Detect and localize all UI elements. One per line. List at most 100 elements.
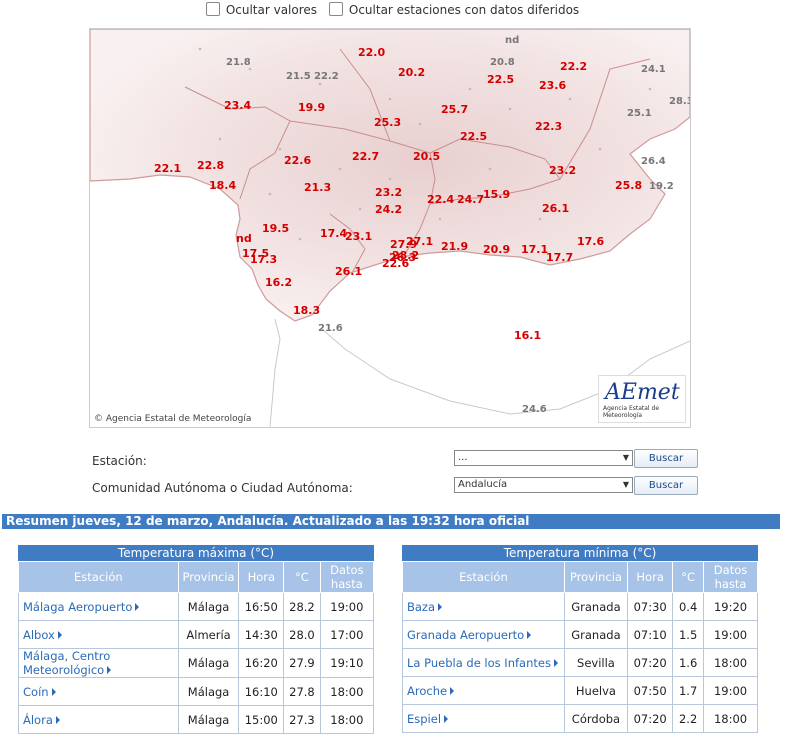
- map-temperature-value[interactable]: 19.9: [298, 101, 325, 114]
- community-select[interactable]: Andalucía ▼: [454, 477, 633, 493]
- map-temperature-value[interactable]: 16.1: [514, 329, 541, 342]
- station-link[interactable]: Málaga, Centro Meteorológico: [18, 648, 179, 678]
- map-temperature-value[interactable]: 22.5: [460, 130, 487, 143]
- station-name[interactable]: Málaga Aeropuerto: [23, 600, 132, 614]
- map-temperature-value[interactable]: 21.5: [286, 71, 311, 82]
- arrow-right-icon[interactable]: [57, 630, 62, 639]
- aemet-logo[interactable]: AEmet Agencia Estatal de Meteorología: [598, 375, 686, 423]
- map-temperature-value[interactable]: 24.7: [457, 193, 484, 206]
- arrow-right-icon[interactable]: [135, 602, 140, 611]
- map-temperature-value[interactable]: 22.5: [487, 73, 514, 86]
- hide-deferred-checkbox[interactable]: [328, 2, 343, 16]
- map-temperature-value[interactable]: 21.3: [304, 181, 331, 194]
- station-name[interactable]: Granada Aeropuerto: [407, 628, 524, 642]
- map-temperature-value[interactable]: 15.9: [483, 188, 510, 201]
- arrow-right-icon[interactable]: [51, 687, 56, 696]
- time-cell: 15:00: [238, 705, 285, 734]
- arrow-right-icon[interactable]: [553, 658, 558, 667]
- time-cell: 14:30: [238, 620, 285, 649]
- station-name[interactable]: Álora: [23, 713, 53, 727]
- community-search-button[interactable]: Buscar: [634, 476, 698, 495]
- map-temperature-value[interactable]: 20.2: [398, 66, 425, 79]
- station-name[interactable]: Málaga, Centro Meteorológico: [23, 649, 110, 677]
- table-row: Málaga, Centro Meteorológico Málaga 16:20 2…: [18, 648, 375, 678]
- station-link[interactable]: Coín: [18, 677, 179, 706]
- station-name[interactable]: Coín: [23, 685, 49, 699]
- station-search-button[interactable]: Buscar: [634, 449, 698, 468]
- map-temperature-value[interactable]: 24.6: [522, 404, 547, 415]
- map-temperature-value[interactable]: 27.1: [406, 235, 433, 248]
- map-temperature-value[interactable]: 20.9: [483, 243, 510, 256]
- map-temperature-value[interactable]: 25.1: [627, 108, 652, 119]
- map-temperature-value[interactable]: 22.8: [197, 159, 224, 172]
- map-temperature-value[interactable]: 22.1: [154, 162, 181, 175]
- station-name[interactable]: La Puebla de los Infantes: [407, 656, 551, 670]
- map-temperature-value[interactable]: 19.5: [262, 222, 289, 235]
- community-label: Comunidad Autónoma o Ciudad Autónoma:: [92, 481, 353, 495]
- hide-values-checkbox[interactable]: [205, 2, 220, 16]
- station-link[interactable]: Málaga Aeropuerto: [18, 592, 179, 621]
- arrow-right-icon[interactable]: [450, 686, 455, 695]
- station-name[interactable]: Albox: [23, 628, 55, 642]
- map-temperature-value[interactable]: 16.2: [265, 276, 292, 289]
- map-temperature-value[interactable]: 25.7: [441, 103, 468, 116]
- map-temperature-value[interactable]: 21.6: [318, 323, 343, 334]
- map-temperature-value[interactable]: 21.9: [441, 240, 468, 253]
- map-temperature-value[interactable]: 26.4: [641, 156, 666, 167]
- map-temperature-value[interactable]: 19.2: [649, 181, 674, 192]
- map-temperature-value[interactable]: 17.6: [577, 235, 604, 248]
- hide-values-option[interactable]: Ocultar valores: [205, 2, 317, 17]
- map-temperature-value[interactable]: 20.8: [490, 57, 515, 68]
- station-name[interactable]: Aroche: [407, 684, 447, 698]
- map-temperature-value[interactable]: 20.5: [413, 150, 440, 163]
- map-temperature-value[interactable]: 18.4: [209, 179, 236, 192]
- map-temperature-value[interactable]: 17.4: [320, 227, 347, 240]
- map-temperature-value[interactable]: 22.7: [352, 150, 379, 163]
- map-temperature-value[interactable]: 23.2: [549, 164, 576, 177]
- map-temperature-value[interactable]: 22.0: [358, 46, 385, 59]
- map-temperature-value[interactable]: 26.1: [542, 202, 569, 215]
- station-link[interactable]: Baza: [402, 592, 565, 621]
- map-temperature-value[interactable]: 23.2: [375, 186, 402, 199]
- map-temperature-value[interactable]: 22.4: [427, 193, 454, 206]
- map-temperature-value[interactable]: 22.2: [314, 71, 339, 82]
- map-temperature-value[interactable]: 18.3: [293, 304, 320, 317]
- map-temperature-value[interactable]: 23.1: [345, 230, 372, 243]
- arrow-right-icon[interactable]: [55, 715, 60, 724]
- arrow-right-icon[interactable]: [107, 666, 112, 674]
- station-link[interactable]: Aroche: [402, 676, 565, 705]
- map-temperature-value[interactable]: nd: [505, 35, 519, 46]
- hide-deferred-option[interactable]: Ocultar estaciones con datos diferidos: [328, 2, 579, 17]
- station-link[interactable]: Albox: [18, 620, 179, 649]
- map-temperature-value[interactable]: 24.2: [375, 203, 402, 216]
- map-temperature-value[interactable]: 22.6: [284, 154, 311, 167]
- map-temperature-value[interactable]: 25.3: [374, 116, 401, 129]
- map-temperature-value[interactable]: 22.6: [382, 257, 409, 270]
- province-cell: Málaga: [177, 648, 240, 678]
- station-link[interactable]: Álora: [18, 705, 179, 734]
- map-temperature-value[interactable]: 17.3: [250, 253, 277, 266]
- map-temperature-value[interactable]: 25.8: [615, 179, 642, 192]
- max-table-caption: Temperatura máxima (°C): [18, 545, 374, 561]
- station-link[interactable]: Granada Aeropuerto: [402, 620, 565, 649]
- map-temperature-value[interactable]: 23.6: [539, 79, 566, 92]
- map-temperature-value[interactable]: 24.1: [641, 64, 666, 75]
- station-select[interactable]: ... ▼: [454, 450, 633, 466]
- arrow-right-icon[interactable]: [527, 630, 532, 639]
- temperature-map[interactable]: 22.0 nd 21.8 20.8 22.2 24.1 20.2 21.5 22.2 22.5 23…: [89, 28, 691, 428]
- arrow-right-icon[interactable]: [444, 714, 449, 723]
- map-temperature-value[interactable]: 22.2: [560, 60, 587, 73]
- station-name[interactable]: Espiel: [407, 712, 441, 726]
- station-link[interactable]: Espiel: [402, 704, 565, 733]
- map-temperature-value[interactable]: 21.8: [226, 57, 251, 68]
- map-temperature-value[interactable]: 17.1: [521, 243, 548, 256]
- map-temperature-value[interactable]: 26.1: [335, 265, 362, 278]
- map-temperature-value[interactable]: 17.7: [546, 251, 573, 264]
- map-temperature-value[interactable]: 28.3: [669, 96, 690, 107]
- map-temperature-value[interactable]: nd: [236, 232, 252, 245]
- arrow-right-icon[interactable]: [438, 602, 443, 611]
- map-temperature-value[interactable]: 22.3: [535, 120, 562, 133]
- station-name[interactable]: Baza: [407, 600, 435, 614]
- station-link[interactable]: La Puebla de los Infantes: [402, 648, 565, 677]
- map-temperature-value[interactable]: 23.4: [224, 99, 251, 112]
